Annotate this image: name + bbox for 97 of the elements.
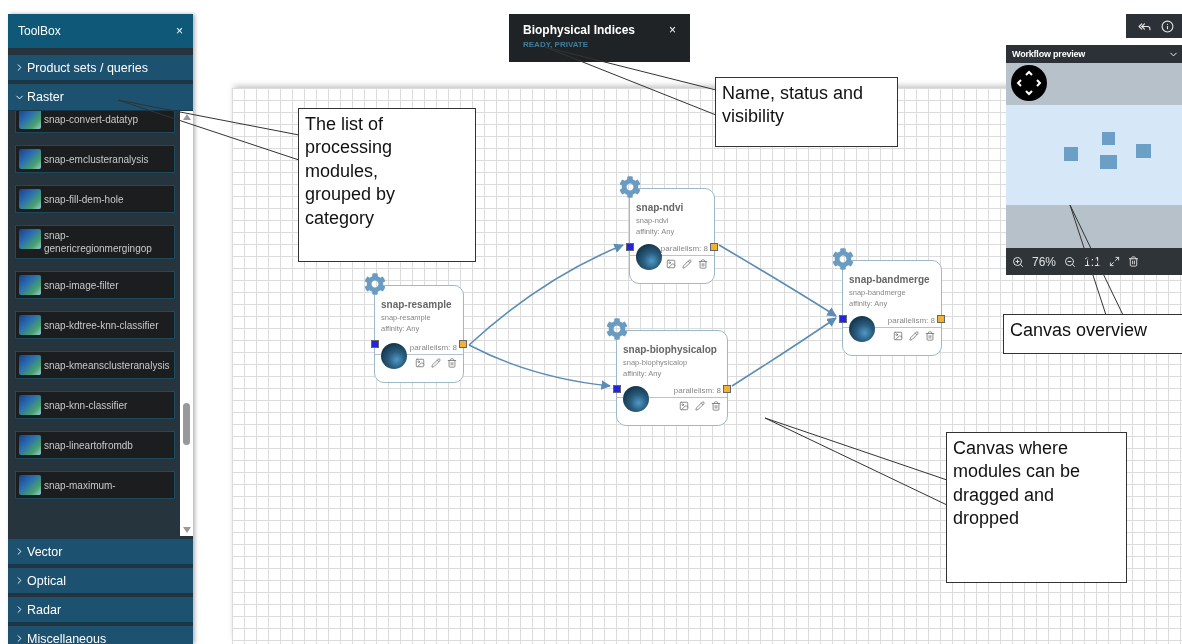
output-port[interactable] bbox=[723, 385, 731, 393]
module-logo-icon bbox=[19, 111, 41, 129]
module-logo-icon bbox=[19, 475, 41, 495]
node-title: snap-resample bbox=[381, 298, 453, 311]
callout-text: Canvas where modules can be dragged and dropped bbox=[946, 432, 1127, 583]
workflow-status: READY, PRIVATE bbox=[523, 40, 590, 49]
pencil-icon[interactable] bbox=[682, 259, 692, 269]
workflow-tab[interactable]: Biophysical Indices × READY, PRIVATE bbox=[509, 14, 690, 62]
scrollbar[interactable] bbox=[180, 111, 193, 536]
pencil-icon[interactable] bbox=[431, 358, 441, 368]
pencil-icon[interactable] bbox=[909, 331, 919, 341]
gear-icon[interactable] bbox=[364, 273, 386, 295]
callout-text: Canvas overview bbox=[1003, 314, 1182, 354]
node-parallelism: parallelism: 8 bbox=[409, 342, 457, 353]
close-button[interactable]: × bbox=[176, 24, 183, 38]
image-icon[interactable] bbox=[679, 401, 689, 411]
node-parallelism: parallelism: 8 bbox=[673, 385, 721, 396]
module-name: snap-knn-classifier bbox=[44, 398, 129, 412]
input-port[interactable] bbox=[626, 243, 634, 251]
mini-node bbox=[1136, 144, 1151, 158]
mini-node bbox=[1100, 155, 1117, 169]
input-port[interactable] bbox=[839, 315, 847, 323]
actual-size-button[interactable]: 1:1 bbox=[1084, 254, 1101, 269]
module-name: snap-lineartofromdb bbox=[44, 438, 134, 452]
close-button[interactable]: × bbox=[669, 23, 676, 37]
node-title: snap-bandmerge bbox=[849, 273, 931, 286]
image-icon[interactable] bbox=[893, 331, 903, 341]
gear-icon[interactable] bbox=[619, 176, 641, 198]
module-name: snap-image-filter bbox=[44, 278, 120, 292]
pencil-icon[interactable] bbox=[695, 401, 705, 411]
logo-image bbox=[636, 244, 662, 270]
gear-icon[interactable] bbox=[606, 318, 628, 340]
module-logo-icon bbox=[19, 435, 41, 455]
node-parallelism: parallelism: 8 bbox=[887, 315, 935, 326]
category-header[interactable]: Radar bbox=[8, 597, 193, 623]
category-header[interactable]: Raster bbox=[8, 84, 193, 111]
output-port[interactable] bbox=[937, 315, 945, 323]
input-port[interactable] bbox=[613, 385, 621, 393]
module-item[interactable]: snap-maximum- bbox=[15, 471, 175, 499]
image-icon[interactable] bbox=[666, 259, 676, 269]
logo-image bbox=[623, 386, 649, 412]
expand-icon[interactable] bbox=[1108, 256, 1120, 267]
mini-node bbox=[1102, 132, 1115, 145]
module-item[interactable]: snap-kmeansclusteranalysis bbox=[15, 351, 175, 379]
input-port[interactable] bbox=[371, 340, 379, 348]
module-name: snap-emclusteranalysis bbox=[44, 152, 150, 166]
zoom-out-icon[interactable] bbox=[1064, 255, 1077, 268]
trash-icon[interactable] bbox=[447, 358, 457, 368]
module-logo-icon bbox=[19, 229, 41, 249]
trash-icon[interactable] bbox=[698, 259, 708, 269]
module-logo-icon bbox=[19, 189, 41, 209]
module-item[interactable]: snap-lineartofromdb bbox=[15, 431, 175, 459]
logo-image bbox=[381, 343, 407, 369]
pan-control[interactable] bbox=[1011, 65, 1047, 101]
category-header[interactable]: Optical bbox=[8, 568, 193, 594]
module-item[interactable]: snap-fill-dem-hole bbox=[15, 185, 175, 213]
category-header[interactable]: Product sets / queries bbox=[8, 55, 193, 81]
node-title: snap-ndvi bbox=[636, 201, 685, 214]
trash-icon[interactable] bbox=[1127, 256, 1139, 267]
workflow-name: Biophysical Indices bbox=[523, 23, 636, 37]
module-name: snap-maximum- bbox=[44, 478, 117, 492]
arrows-icon bbox=[1016, 70, 1042, 96]
callout-text: The list of processing modules, grouped by category bbox=[298, 108, 476, 262]
module-item[interactable]: snap-image-filter bbox=[15, 271, 175, 299]
gear-icon[interactable] bbox=[832, 248, 854, 270]
node-title: snap-biophysicalop bbox=[623, 343, 718, 356]
module-logo-icon bbox=[19, 275, 41, 295]
module-name: snap-genericregionmergingop bbox=[44, 229, 153, 255]
mini-node bbox=[1064, 147, 1078, 161]
module-item[interactable]: snap-knn-classifier bbox=[15, 391, 175, 419]
category-header[interactable]: Miscellaneous bbox=[8, 626, 193, 644]
trash-icon[interactable] bbox=[711, 401, 721, 411]
zoom-level: 76% bbox=[1032, 254, 1057, 269]
module-name: snap-fill-dem-hole bbox=[44, 192, 125, 206]
callout-text: Name, status and visibility bbox=[715, 77, 898, 147]
module-item[interactable]: snap-genericregionmergingop bbox=[15, 225, 175, 259]
module-name: snap-kmeansclusteranalysis bbox=[44, 358, 171, 372]
logo-image bbox=[849, 316, 875, 342]
toolbox-title: ToolBox bbox=[18, 24, 61, 38]
module-item[interactable]: snap-kdtree-knn-classifier bbox=[15, 311, 175, 339]
module-logo-icon bbox=[19, 315, 41, 335]
module-name: snap-convert-datatyp bbox=[44, 112, 139, 126]
output-port[interactable] bbox=[459, 340, 467, 348]
module-name: snap-kdtree-knn-classifier bbox=[44, 318, 160, 332]
image-icon[interactable] bbox=[415, 358, 425, 368]
module-item[interactable]: snap-emclusteranalysis bbox=[15, 145, 175, 173]
module-logo-icon bbox=[19, 395, 41, 415]
info-icon[interactable] bbox=[1161, 19, 1174, 33]
trash-icon[interactable] bbox=[925, 331, 935, 341]
module-logo-icon bbox=[19, 149, 41, 169]
module-item[interactable]: snap-convert-datatyp bbox=[15, 111, 175, 133]
category-header[interactable]: Vector bbox=[8, 539, 193, 565]
node-parallelism: parallelism: 8 bbox=[660, 243, 708, 254]
zoom-in-icon[interactable] bbox=[1012, 255, 1024, 268]
preview-title: Workflow preview bbox=[1012, 49, 1086, 59]
module-logo-icon bbox=[19, 355, 41, 375]
output-port[interactable] bbox=[710, 243, 718, 251]
